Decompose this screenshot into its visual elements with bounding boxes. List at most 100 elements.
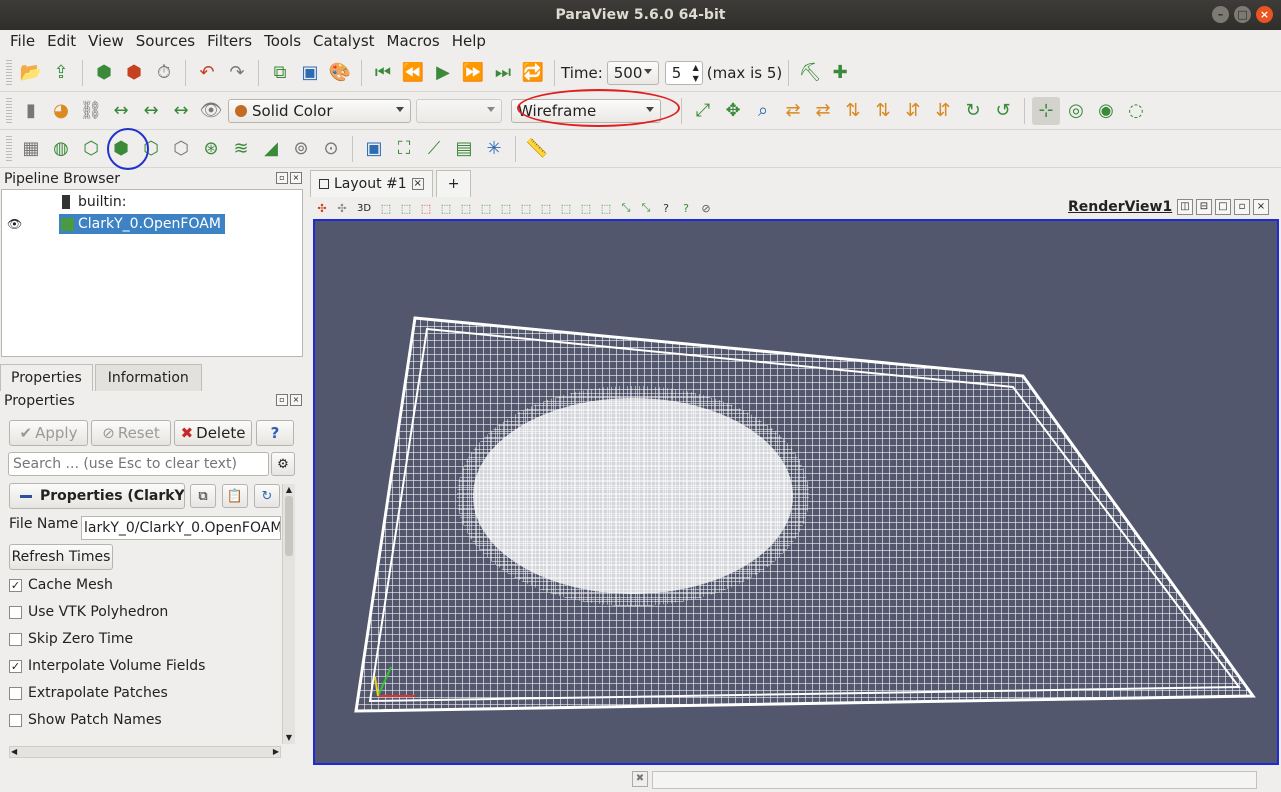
maximize-view-icon[interactable]: □ (1215, 199, 1231, 215)
menu-help[interactable]: Help (446, 30, 492, 54)
previous-frame-icon[interactable]: ⏪ (399, 59, 427, 87)
add-layout-tab[interactable]: + (435, 170, 472, 197)
menu-macros[interactable]: Macros (381, 30, 446, 54)
contour-icon[interactable]: ◍ (47, 135, 75, 163)
time-value-select[interactable]: 500 (606, 61, 659, 85)
close-view-icon[interactable]: × (1253, 199, 1269, 215)
hover-cells-query-icon[interactable]: ? (677, 199, 695, 217)
interactive-select-points-icon[interactable]: ⬚ (557, 199, 575, 217)
extract-subset-icon[interactable]: ⬡ (167, 135, 195, 163)
close-icon[interactable]: × (290, 172, 302, 184)
rotate-plus-90-icon[interactable]: ↻ (959, 97, 987, 125)
checkbox-box[interactable] (9, 605, 22, 619)
scroll-up-icon[interactable]: ▲ (283, 484, 295, 496)
select-cells-on-icon[interactable]: ⬚ (397, 199, 415, 217)
restore-defaults-icon[interactable]: ↻ (254, 484, 280, 508)
rescale-custom-icon[interactable]: ↔ (107, 97, 135, 125)
ruler-icon[interactable]: 📏 (523, 135, 551, 163)
visibility-range-icon[interactable]: 👁 (197, 97, 225, 125)
advanced-settings-gear-icon[interactable]: ⚙ (271, 452, 295, 476)
clear-status-icon[interactable]: ✖ (632, 771, 648, 787)
clear-selection-icon[interactable]: ⊘ (697, 199, 715, 217)
view-minus-x-icon[interactable]: ⇄ (809, 97, 837, 125)
save-screenshot-icon[interactable]: ▣ (296, 59, 324, 87)
select-points-on-icon[interactable]: ⬚ (417, 199, 435, 217)
show-patch-names-checkbox[interactable]: Show Patch Names (9, 710, 162, 730)
menu-catalyst[interactable]: Catalyst (307, 30, 380, 54)
render-view[interactable] (313, 219, 1279, 765)
redo-icon[interactable]: ↷ (223, 59, 251, 87)
group-datasets-icon[interactable]: ⊚ (287, 135, 315, 163)
disconnect-icon[interactable]: ⬢ (120, 59, 148, 87)
scroll-right-icon[interactable]: ▶ (273, 747, 279, 757)
scroll-down-icon[interactable]: ▼ (283, 732, 295, 744)
calculator-icon[interactable]: ▦ (17, 135, 45, 163)
open-file-icon[interactable]: 📂 (17, 59, 45, 87)
last-frame-icon[interactable]: ⏭ (489, 59, 517, 87)
scrollbar-thumb[interactable] (285, 496, 293, 556)
show-center-icon[interactable]: ◎ (1062, 97, 1090, 125)
warp-vector-icon[interactable]: ◢ (257, 135, 285, 163)
palette-icon[interactable]: 🎨 (326, 59, 354, 87)
add-keyframe-icon[interactable]: ✚ (826, 59, 854, 87)
grow-selection-icon[interactable]: ⤡ (617, 199, 635, 217)
plot-over-line-icon[interactable]: ⟋ (420, 135, 448, 163)
edit-animation-icon[interactable]: ⛏ (796, 59, 824, 87)
loop-icon[interactable]: 🔁 (519, 59, 547, 87)
menu-file[interactable]: File (4, 30, 41, 54)
pick-center-icon[interactable]: ◌ (1122, 97, 1150, 125)
properties-vertical-scrollbar[interactable]: ▲ ▼ (282, 484, 295, 744)
skip-zero-time-checkbox[interactable]: Skip Zero Time (9, 629, 133, 649)
rotate-minus-90-icon[interactable]: ↺ (989, 97, 1017, 125)
reset-camera-icon[interactable]: ⤢ (689, 97, 717, 125)
help-button[interactable]: ? (256, 420, 294, 446)
view-minus-y-icon[interactable]: ⇅ (869, 97, 897, 125)
float-view-icon[interactable]: ▫ (1234, 199, 1250, 215)
show-orientation-axes-icon[interactable]: ⊹ (1032, 96, 1060, 125)
pipeline-item-builtin[interactable]: builtin: (62, 192, 127, 212)
eye-icon[interactable]: 👁 (7, 214, 22, 234)
hover-points-icon[interactable]: ⬚ (577, 199, 595, 217)
tab-information[interactable]: Information (94, 364, 202, 391)
zoom-to-box-icon[interactable]: ⌕ (749, 97, 777, 125)
camera-icon[interactable]: ⬚ (377, 199, 395, 217)
play-icon[interactable]: ▶ (429, 59, 457, 87)
rescale-visible-icon[interactable]: ↔ (167, 97, 195, 125)
auto-apply-icon[interactable]: ⏱ (150, 59, 178, 87)
menu-edit[interactable]: Edit (41, 30, 82, 54)
apply-button[interactable]: ✔ Apply (9, 420, 88, 446)
extrapolate-patches-checkbox[interactable]: Extrapolate Patches (9, 683, 168, 703)
menu-sources[interactable]: Sources (130, 30, 201, 54)
view-plus-z-icon[interactable]: ⇵ (899, 97, 927, 125)
checkbox-box[interactable] (9, 713, 22, 727)
reset-button[interactable]: ⊘ Reset (91, 420, 171, 446)
paste-properties-icon[interactable]: 📋 (222, 484, 248, 508)
connect-icon[interactable]: ⬢ (90, 59, 118, 87)
load-state-icon[interactable]: ⇪ (47, 59, 75, 87)
component-select[interactable] (416, 98, 502, 123)
reset-range-icon[interactable]: ⛓ (77, 97, 105, 125)
minimize-icon[interactable]: – (1212, 6, 1229, 23)
view-plus-y-icon[interactable]: ⇅ (839, 97, 867, 125)
reset-center-icon[interactable]: ◉ (1092, 97, 1120, 125)
select-blocks-icon[interactable]: ⬚ (517, 199, 535, 217)
toolbar-grip[interactable] (6, 60, 12, 86)
zoom-to-data-icon[interactable]: ✥ (719, 97, 747, 125)
rescale-temporal-icon[interactable]: ↔ (137, 97, 165, 125)
toggle-3d-button[interactable]: 3D (353, 199, 375, 217)
hover-cells-icon[interactable]: ⬚ (597, 199, 615, 217)
toolbar-grip[interactable] (6, 135, 12, 162)
plot-data-icon[interactable]: ▤ (450, 135, 478, 163)
scroll-left-icon[interactable]: ◀ (11, 747, 17, 757)
edit-color-map-icon[interactable]: ◕ (47, 97, 75, 125)
close-icon[interactable]: × (290, 394, 302, 406)
close-tab-icon[interactable]: × (411, 178, 424, 190)
plot-selection-icon[interactable]: ⛶ (390, 135, 418, 163)
use-vtk-polyhedron-checkbox[interactable]: Use VTK Polyhedron (9, 602, 168, 622)
interpolate-volume-fields-checkbox[interactable]: ✓ Interpolate Volume Fields (9, 656, 205, 676)
view-minus-z-icon[interactable]: ⇵ (929, 97, 957, 125)
split-horizontal-icon[interactable]: ◫ (1177, 199, 1193, 215)
interactive-select-cells-icon[interactable]: ⬚ (537, 199, 555, 217)
first-frame-icon[interactable]: ⏮ (369, 59, 397, 87)
coloring-select[interactable]: Solid Color (228, 98, 411, 123)
